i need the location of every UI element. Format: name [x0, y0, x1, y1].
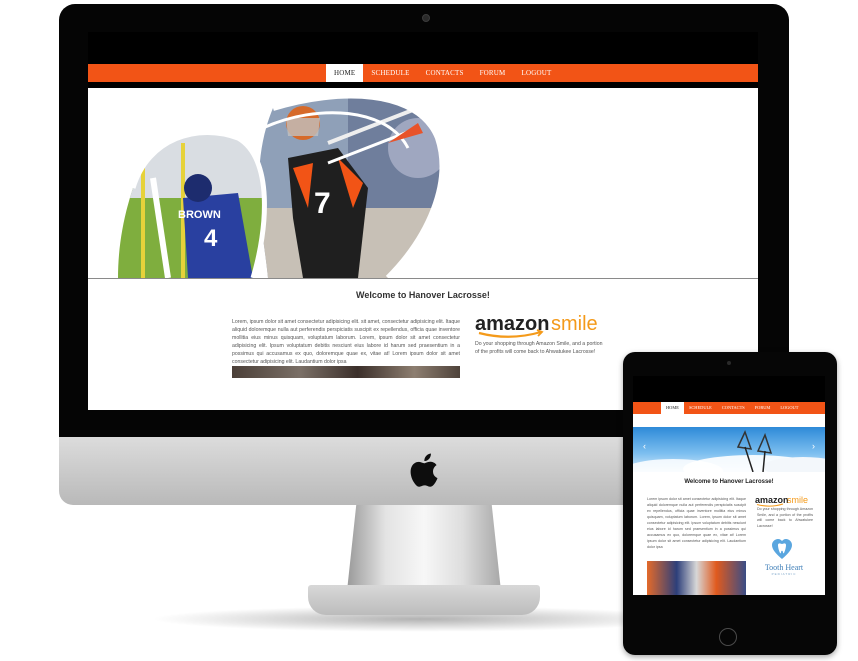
tablet-nav-home[interactable]: Home	[661, 402, 684, 414]
tablet-hero-carousel: ‹ ›	[633, 427, 825, 472]
tablet-amazon-word: amazon	[755, 495, 789, 505]
carousel-prev-icon[interactable]: ‹	[643, 441, 646, 451]
intro-paragraph: Lorem, ipsum dolor sit amet consectetur …	[232, 319, 460, 365]
apple-logo-icon	[410, 453, 438, 487]
tablet-team-photo	[647, 561, 746, 595]
desktop-nav-bar: Home Schedule Contacts Forum Logout	[88, 64, 758, 82]
tablet-amazon-smile-note: Do your shopping through Amazon Smile, a…	[757, 507, 813, 528]
nav-forum[interactable]: Forum	[472, 64, 514, 82]
tablet-amazon-smile-word: smile	[787, 495, 808, 505]
camera-icon	[422, 14, 430, 22]
tooth-heart-name: Tooth Heart	[764, 563, 804, 572]
welcome-heading: Welcome to Hanover Lacrosse!	[356, 290, 490, 300]
tablet-nav-schedule[interactable]: Schedule	[684, 402, 717, 414]
player-number-7: 7	[314, 187, 331, 220]
hero-banner: 7 BROWN 4	[88, 88, 758, 279]
tablet-intro-paragraph: Lorem ipsum dolor sit amet consectetur a…	[647, 497, 746, 549]
tablet-header-black	[633, 376, 825, 402]
tablet-nav-logout[interactable]: Logout	[775, 402, 803, 414]
tooth-heart-subtitle: PEDIATRIC	[771, 572, 797, 576]
tablet-nav-contacts[interactable]: Contacts	[717, 402, 750, 414]
tablet-nav-bar: Home Schedule Contacts Forum Logout	[633, 402, 825, 414]
amazon-smile-note: Do your shopping through Amazon Smile, a…	[475, 341, 603, 355]
ipad-camera-icon	[727, 361, 731, 365]
nav-schedule[interactable]: Schedule	[363, 64, 417, 82]
tablet-amazon-smile-logo[interactable]: amazon smile	[755, 493, 813, 507]
imac-stand-foot	[308, 585, 540, 615]
tablet-nav-forum[interactable]: Forum	[750, 402, 776, 414]
nav-home[interactable]: Home	[326, 64, 364, 82]
tooth-heart-logo-icon	[772, 539, 792, 559]
amazon-smile-word: smile	[551, 313, 598, 335]
tablet-screen: Home Schedule Contacts Forum Logout ‹ › …	[633, 376, 825, 595]
amazon-smile-logo[interactable]: amazon smile	[475, 310, 610, 338]
tablet-hero-image	[633, 430, 825, 472]
imac-stand-neck	[347, 505, 501, 591]
player-name: BROWN	[178, 209, 221, 221]
team-photo	[232, 366, 460, 378]
nav-logout[interactable]: Logout	[513, 64, 559, 82]
hero-lacrosse-image: 7 BROWN 4	[118, 92, 446, 278]
tablet-welcome-heading: Welcome to Hanover Lacrosse!	[684, 479, 774, 485]
player-number-4: 4	[204, 225, 218, 252]
nav-contacts[interactable]: Contacts	[418, 64, 472, 82]
carousel-next-icon[interactable]: ›	[812, 441, 815, 451]
ipad-home-button[interactable]	[719, 628, 737, 646]
